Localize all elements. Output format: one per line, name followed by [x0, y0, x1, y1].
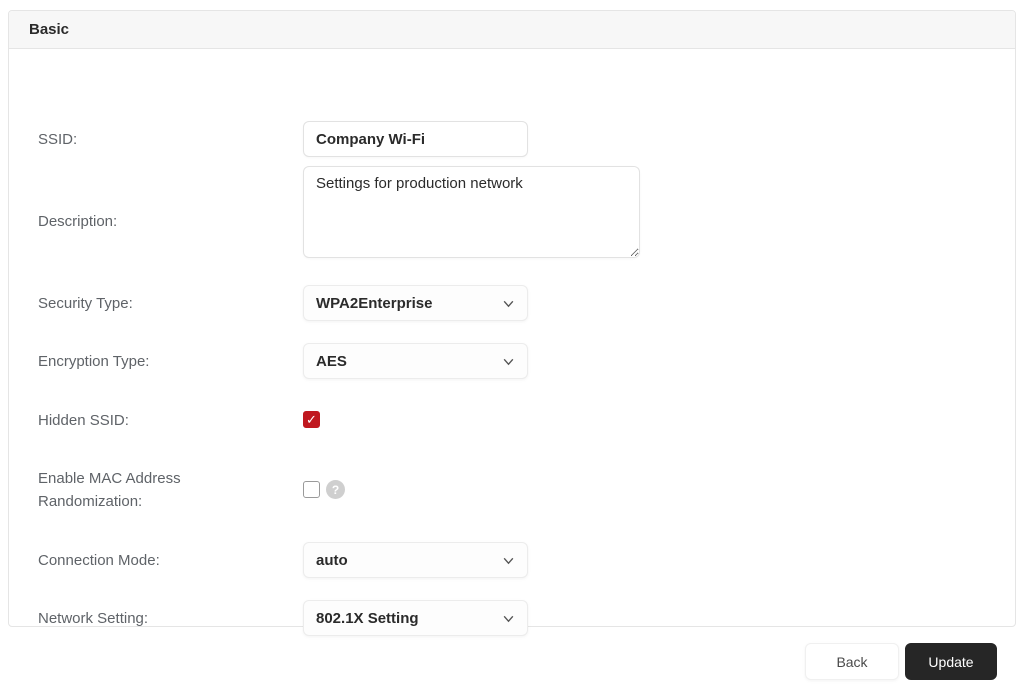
connection-mode-label: Connection Mode:: [38, 549, 278, 572]
chevron-down-icon: [502, 355, 515, 368]
network-setting-select[interactable]: 802.1X Setting: [303, 600, 528, 636]
hidden-ssid-label: Hidden SSID:: [38, 409, 278, 432]
hidden-ssid-checkbox[interactable]: ✓: [303, 411, 320, 428]
connection-mode-value: auto: [316, 552, 348, 569]
ssid-input[interactable]: [303, 121, 528, 157]
mac-randomization-checkbox[interactable]: [303, 481, 320, 498]
back-button-label: Back: [836, 654, 867, 670]
chevron-down-icon: [502, 297, 515, 310]
update-button[interactable]: Update: [905, 643, 997, 680]
encryption-type-value: AES: [316, 353, 347, 370]
mac-randomization-label: Enable MAC Address Randomization:: [38, 467, 278, 513]
update-button-label: Update: [928, 654, 973, 670]
basic-settings-panel: Basic SSID: Description: Settings for pr…: [8, 10, 1016, 627]
encryption-type-select[interactable]: AES: [303, 343, 528, 379]
description-label: Description:: [38, 210, 278, 233]
security-type-value: WPA2Enterprise: [316, 295, 432, 312]
check-icon: ✓: [306, 413, 317, 426]
help-icon[interactable]: ?: [326, 480, 345, 499]
connection-mode-select[interactable]: auto: [303, 542, 528, 578]
ssid-label: SSID:: [38, 128, 278, 151]
security-type-label: Security Type:: [38, 292, 278, 315]
back-button[interactable]: Back: [805, 643, 899, 680]
network-setting-label: Network Setting:: [38, 607, 278, 630]
basic-settings-form: SSID: Description: Settings for producti…: [9, 49, 1015, 626]
panel-header: Basic: [9, 11, 1015, 49]
chevron-down-icon: [502, 554, 515, 567]
encryption-type-label: Encryption Type:: [38, 350, 278, 373]
security-type-select[interactable]: WPA2Enterprise: [303, 285, 528, 321]
network-setting-value: 802.1X Setting: [316, 610, 419, 627]
chevron-down-icon: [502, 612, 515, 625]
description-textarea[interactable]: Settings for production network: [303, 166, 640, 258]
panel-title: Basic: [29, 21, 69, 38]
question-mark: ?: [332, 483, 339, 497]
